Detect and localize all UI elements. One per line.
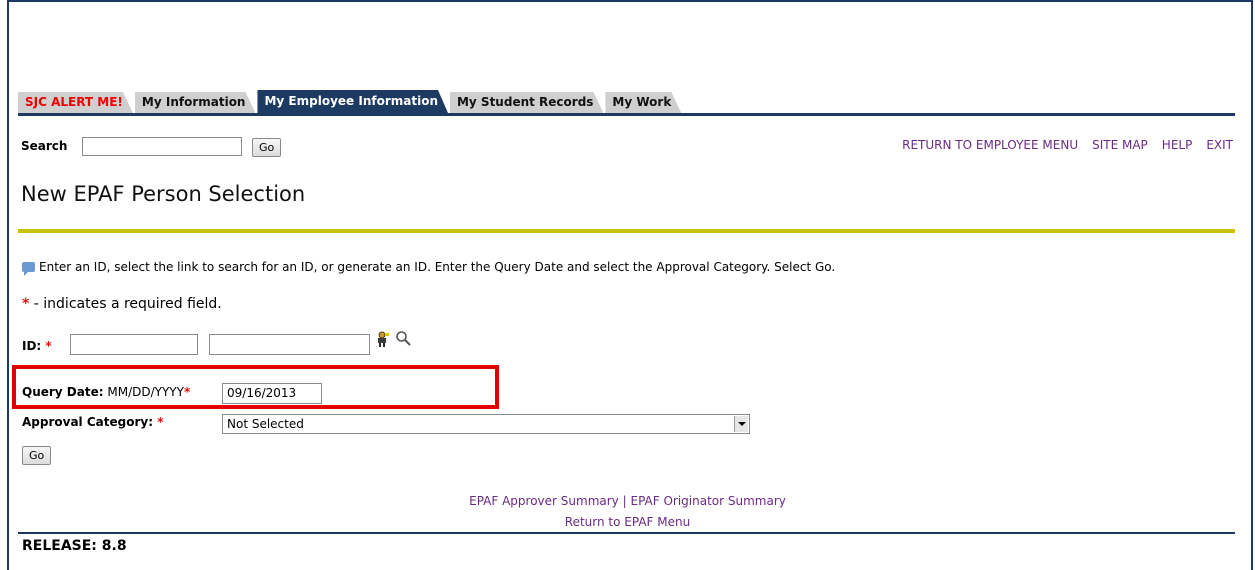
release-label: RELEASE: 8.8 [22,538,127,554]
page-frame [7,0,1253,570]
generate-id-person-icon[interactable] [376,331,390,347]
search-label: Search [21,139,68,153]
top-links: RETURN TO EMPLOYEE MENU SITE MAP HELP EX… [902,138,1233,152]
chevron-down-icon[interactable] [734,416,748,432]
query-date-input[interactable]: 09/16/2013 [222,383,322,404]
originator-summary-link[interactable]: EPAF Originator Summary [630,494,785,508]
footer-divider [18,532,1235,534]
approver-summary-link[interactable]: EPAF Approver Summary [469,494,619,508]
footer-separator: | [622,494,627,508]
approval-required-star: * [157,415,164,429]
help-link[interactable]: HELP [1162,138,1193,152]
query-date-required-star: * [183,385,191,399]
info-bubble-icon [22,262,35,276]
search-input[interactable] [82,137,242,156]
required-note-text: - indicates a required field. [33,296,222,312]
id-input[interactable] [70,334,198,355]
return-epaf-menu-link[interactable]: Return to EPAF Menu [565,515,690,529]
site-map-link[interactable]: SITE MAP [1092,138,1148,152]
footer-links: EPAF Approver Summary | EPAF Originator … [0,494,1255,508]
footer-return: Return to EPAF Menu [0,515,1255,529]
go-button[interactable]: Go [22,446,52,465]
return-employee-menu-link[interactable]: RETURN TO EMPLOYEE MENU [902,138,1078,152]
approval-category-select[interactable]: Not Selected [222,414,750,434]
required-star: * [22,296,30,312]
tab-sjc-alert[interactable]: SJC ALERT ME! [18,92,133,113]
title-divider [18,229,1235,233]
required-note: * - indicates a required field. [22,296,222,312]
tab-my-employee-information[interactable]: My Employee Information [257,90,448,113]
id-required-star: * [45,339,52,353]
approval-category-value: Not Selected [227,417,304,431]
tab-underline [18,113,1235,116]
tab-my-information[interactable]: My Information [135,92,256,113]
query-date-label: Query Date: MM/DD/YYYY* [22,385,191,399]
id-name-input[interactable] [209,334,370,355]
search-id-magnifier-icon[interactable] [395,330,411,346]
page-title: New EPAF Person Selection [21,182,306,206]
search-go-button[interactable]: Go [252,138,282,157]
tab-bar: SJC ALERT ME! My Information My Employee… [18,89,683,113]
exit-link[interactable]: EXIT [1206,138,1233,152]
query-date-format: MM/DD/YYYY [107,385,184,399]
tab-my-student-records[interactable]: My Student Records [450,92,603,113]
id-label: ID: * [22,339,52,353]
tab-my-work[interactable]: My Work [605,92,681,113]
info-text: Enter an ID, select the link to search f… [39,260,836,274]
approval-category-label: Approval Category: * [22,415,164,429]
info-message: Enter an ID, select the link to search f… [22,260,836,276]
